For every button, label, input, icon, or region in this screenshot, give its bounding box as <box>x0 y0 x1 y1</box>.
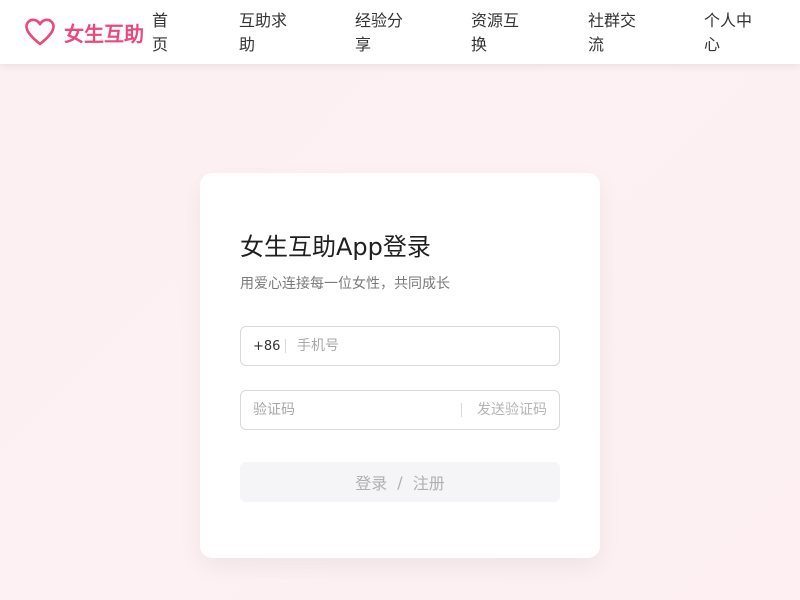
country-code-prefix[interactable]: +86 <box>253 337 280 357</box>
login-subtitle: 用爱心连接每一位女性，共同成长 <box>240 276 450 292</box>
top-navbar: 女生互助 首页 互助求助 经验分享 资源互换 社群交流 个人中心 <box>0 0 800 64</box>
register-label: 注册 <box>412 474 445 493</box>
prefix-divider <box>285 339 286 353</box>
login-label: 登录 <box>355 474 388 493</box>
phone-input[interactable] <box>297 327 547 365</box>
nav-community[interactable]: 社群交流 <box>588 9 644 57</box>
nav-help-request[interactable]: 互助求助 <box>239 9 295 57</box>
code-divider <box>461 403 462 417</box>
login-card: 女生互助App登录 用爱心连接每一位女性，共同成长 +86 发送验证码 登录 /… <box>200 173 600 558</box>
label-separator: / <box>397 472 403 492</box>
send-code-button[interactable]: 发送验证码 <box>477 400 547 420</box>
code-field[interactable]: 发送验证码 <box>240 390 560 430</box>
nav-personal-center[interactable]: 个人中心 <box>704 9 760 57</box>
heart-icon <box>24 17 56 47</box>
nav-home[interactable]: 首页 <box>152 9 174 57</box>
nav-resource-exchange[interactable]: 资源互换 <box>471 9 527 57</box>
nav-experience-sharing[interactable]: 经验分享 <box>355 9 411 57</box>
login-register-button[interactable]: 登录 / 注册 <box>240 462 560 502</box>
phone-field[interactable]: +86 <box>240 326 560 366</box>
brand-name: 女生互助 <box>64 21 144 46</box>
verification-code-input[interactable] <box>253 391 453 429</box>
brand-logo[interactable]: 女生互助 <box>24 16 144 48</box>
login-title: 女生互助App登录 <box>240 233 431 261</box>
